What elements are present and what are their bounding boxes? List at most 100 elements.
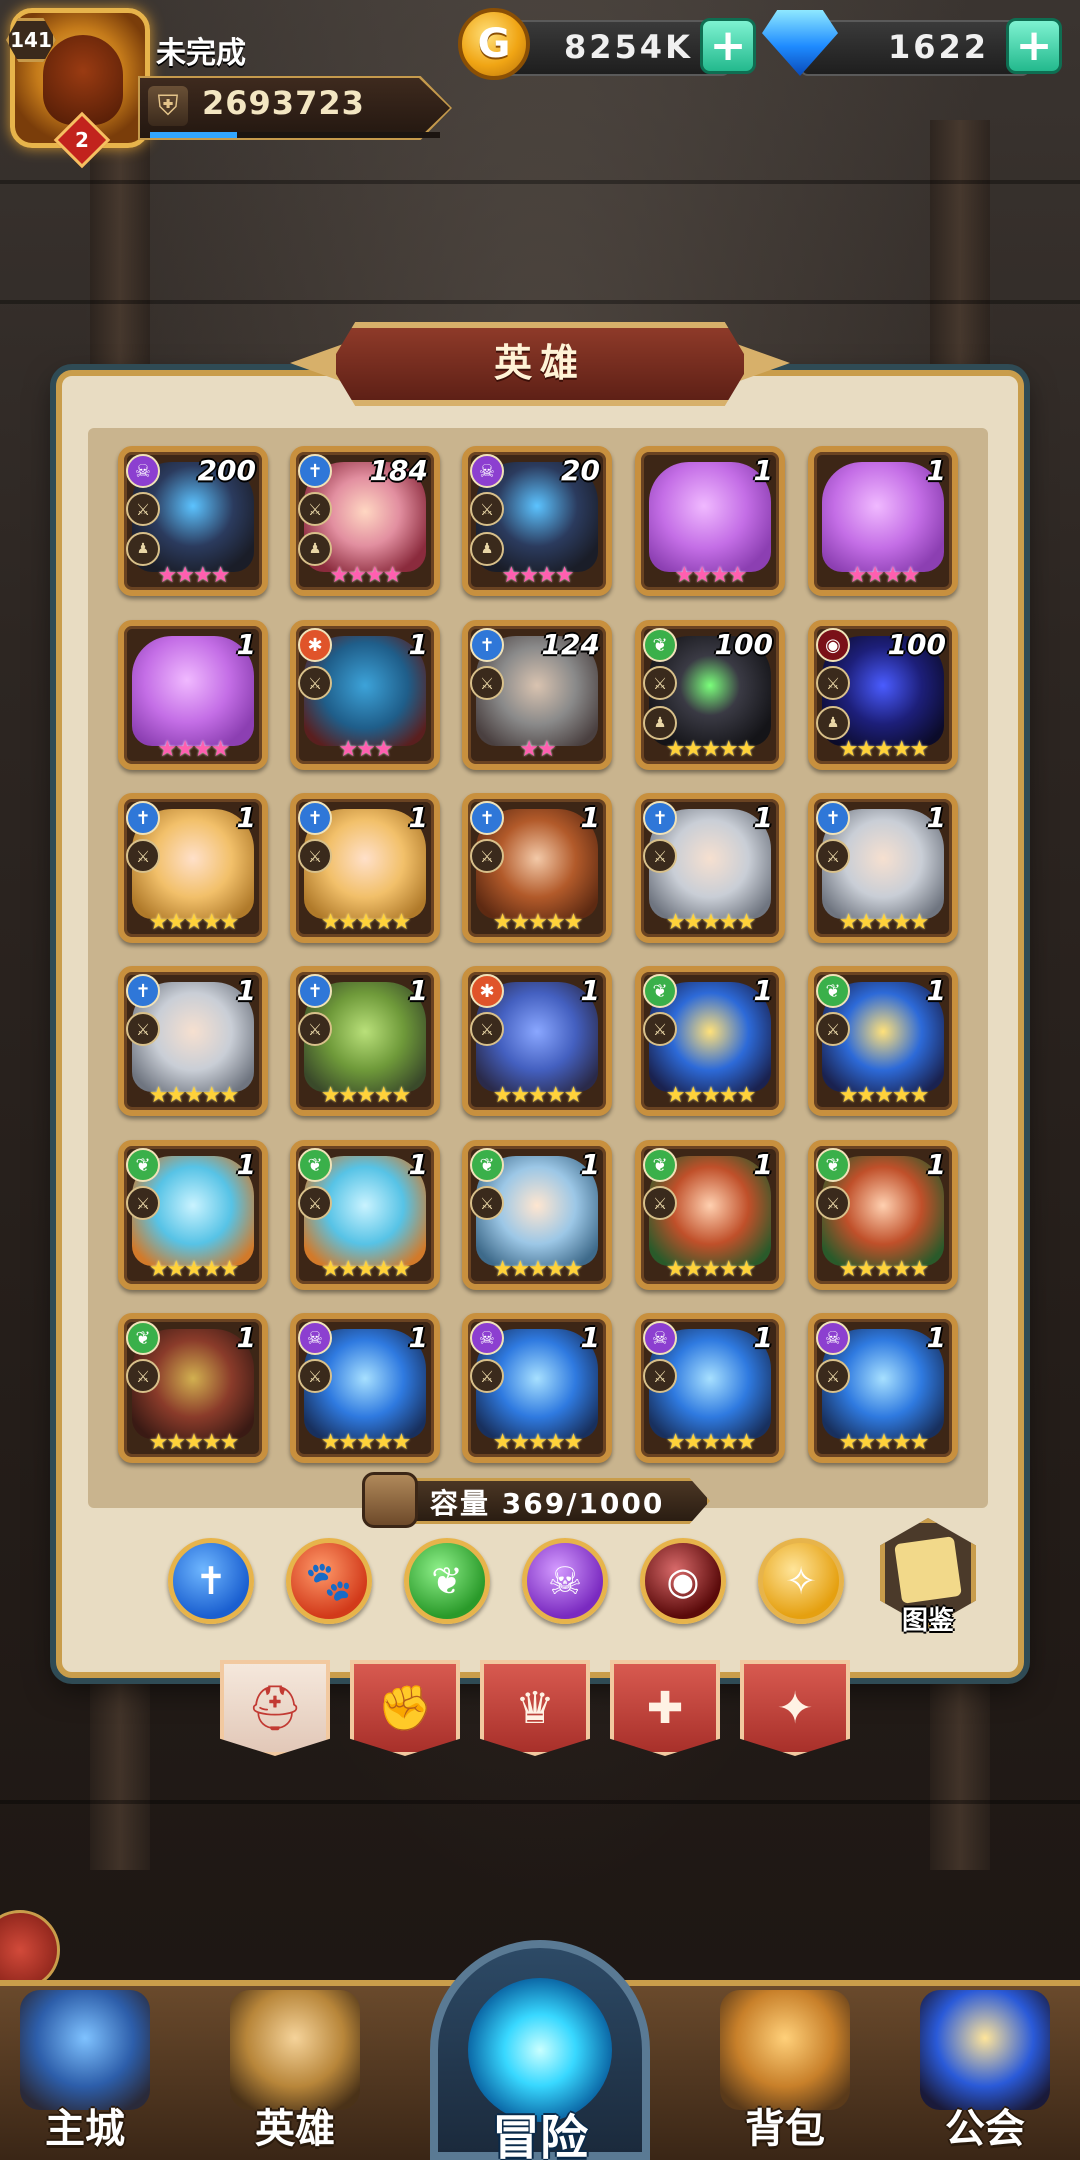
hero-card[interactable]: ☠ ⚔ ♟ 200 ★★★★ xyxy=(118,446,268,596)
class-icon: ⚔ xyxy=(126,839,160,873)
nav-guild-label: 公会 xyxy=(945,2106,1025,2152)
star-rating: ★★★★★ xyxy=(148,1083,240,1108)
tab-fist-icon[interactable]: ✊ xyxy=(350,1660,460,1756)
class-icon: ⚔ xyxy=(126,492,160,526)
holy-faction-icon: ✝ xyxy=(470,801,504,835)
nature-faction-icon: ❦ xyxy=(298,1148,332,1182)
treasure-chest-icon[interactable] xyxy=(0,1910,60,1990)
hero-count: 1 xyxy=(753,974,773,1007)
hero-card[interactable]: ✝ ⚔ 1 ★★★★★ xyxy=(290,793,440,943)
nav-bag[interactable]: 背包 xyxy=(700,1990,870,2160)
star-rating: ★★★★ xyxy=(847,563,921,588)
holy-faction-icon: ✝ xyxy=(126,974,160,1008)
hero-count: 124 xyxy=(541,628,600,661)
hero-card[interactable]: ☠ ⚔ 1 ★★★★★ xyxy=(462,1313,612,1463)
holy-faction-icon: ✝ xyxy=(298,454,332,488)
nature-faction-icon: ❦ xyxy=(643,974,677,1008)
hero-card[interactable]: ✝ ⚔ 1 ★★★★★ xyxy=(290,966,440,1116)
hero-card[interactable]: ❦ ⚔ 1 ★★★★★ xyxy=(635,966,785,1116)
hero-card[interactable]: ◉ ⚔ ♟ 100 ★★★★★ xyxy=(808,620,958,770)
backpack-icon xyxy=(362,1472,418,1528)
hero-card[interactable]: 1 ★★★★ xyxy=(118,620,268,770)
hero-card[interactable]: ❦ ⚔ 1 ★★★★★ xyxy=(808,1140,958,1290)
codex-label: 图鉴 xyxy=(901,1606,954,1636)
class-icon: ⚔ xyxy=(126,1359,160,1393)
tab-helmet-icon[interactable]: ⛑ xyxy=(220,1660,330,1756)
filter-nature-button[interactable]: ❦ xyxy=(404,1538,490,1624)
nature-faction-icon: ❦ xyxy=(126,1321,160,1355)
power-shield-icon: ⛨ xyxy=(148,86,188,126)
tab-puzzle-icon[interactable]: ✚ xyxy=(610,1660,720,1756)
tab-wings-icon[interactable]: ✦ xyxy=(740,1660,850,1756)
guild-shield-icon xyxy=(920,1990,1050,2110)
team-icon: ♟ xyxy=(643,706,677,740)
class-icon: ⚔ xyxy=(470,1359,504,1393)
class-icon: ⚔ xyxy=(643,839,677,873)
nav-guild[interactable]: 公会 xyxy=(900,1990,1070,2160)
hero-card[interactable]: ✱ ⚔ 1 ★★★ xyxy=(290,620,440,770)
star-rating: ★★★★ xyxy=(329,563,403,588)
hero-card[interactable]: ✝ ⚔ 1 ★★★★★ xyxy=(118,793,268,943)
class-icon: ⚔ xyxy=(816,1359,850,1393)
hero-count: 1 xyxy=(926,974,946,1007)
star-rating: ★★★★★ xyxy=(665,1083,757,1108)
filter-light-button[interactable]: ✧ xyxy=(758,1538,844,1624)
class-icon: ⚔ xyxy=(643,1359,677,1393)
hero-card[interactable]: ☠ ⚔ 1 ★★★★★ xyxy=(635,1313,785,1463)
hero-card[interactable]: 1 ★★★★ xyxy=(808,446,958,596)
class-icon: ⚔ xyxy=(816,666,850,700)
class-icon: ⚔ xyxy=(126,1012,160,1046)
capacity-text: 容量 369/1000 xyxy=(430,1482,664,1522)
hero-card[interactable]: ❦ ⚔ ♟ 100 ★★★★★ xyxy=(635,620,785,770)
star-rating: ★★★★★ xyxy=(148,910,240,935)
hero-count: 1 xyxy=(753,1321,773,1354)
holy-faction-icon: ✝ xyxy=(298,801,332,835)
hero-count: 1 xyxy=(753,1148,773,1181)
class-icon: ⚔ xyxy=(298,666,332,700)
hero-card[interactable]: ❦ ⚔ 1 ★★★★★ xyxy=(808,966,958,1116)
hero-count: 20 xyxy=(561,454,600,487)
hero-card[interactable]: ✝ ⚔ 124 ★★ xyxy=(462,620,612,770)
filter-beast-button[interactable]: 🐾 xyxy=(286,1538,372,1624)
xp-bar-fill xyxy=(150,132,237,138)
hero-card[interactable]: ☠ ⚔ ♟ 20 ★★★★ xyxy=(462,446,612,596)
class-icon: ⚔ xyxy=(643,1012,677,1046)
hero-card[interactable]: ✝ ⚔ ♟ 184 ★★★★ xyxy=(290,446,440,596)
add-gold-button[interactable]: + xyxy=(700,18,756,74)
star-rating: ★★★★★ xyxy=(320,1083,412,1108)
filter-holy-button[interactable]: ✝ xyxy=(168,1538,254,1624)
hero-card[interactable]: ☠ ⚔ 1 ★★★★★ xyxy=(808,1313,958,1463)
hero-card[interactable]: ✱ ⚔ 1 ★★★★★ xyxy=(462,966,612,1116)
star-rating: ★★★★★ xyxy=(838,1083,930,1108)
star-rating: ★★★ xyxy=(338,737,393,762)
hero-count: 1 xyxy=(408,1321,428,1354)
hero-count: 1 xyxy=(408,628,428,661)
beast-faction-icon: ✱ xyxy=(470,974,504,1008)
nav-hero[interactable]: 英雄 xyxy=(210,1990,380,2160)
class-icon: ⚔ xyxy=(816,1012,850,1046)
hero-card[interactable]: ❦ ⚔ 1 ★★★★★ xyxy=(462,1140,612,1290)
nav-city[interactable]: 主城 xyxy=(0,1990,170,2160)
star-rating: ★★★★★ xyxy=(492,1257,584,1282)
tab-crown-icon[interactable]: ♛ xyxy=(480,1660,590,1756)
holy-faction-icon: ✝ xyxy=(816,801,850,835)
hero-card[interactable]: ❦ ⚔ 1 ★★★★★ xyxy=(118,1140,268,1290)
hero-card[interactable]: ✝ ⚔ 1 ★★★★★ xyxy=(635,793,785,943)
hero-card[interactable]: ☠ ⚔ 1 ★★★★★ xyxy=(290,1313,440,1463)
hero-card[interactable]: ✝ ⚔ 1 ★★★★★ xyxy=(118,966,268,1116)
hero-card[interactable]: 1 ★★★★ xyxy=(635,446,785,596)
hero-card[interactable]: ✝ ⚔ 1 ★★★★★ xyxy=(808,793,958,943)
hero-card[interactable]: ❦ ⚔ 1 ★★★★★ xyxy=(290,1140,440,1290)
nav-city-label: 主城 xyxy=(45,2106,125,2152)
hero-screen: 141 2 未完成 ⛨ 2693723 8254K G + 1622 + 英雄 … xyxy=(0,0,1080,2160)
filter-shadow-button[interactable]: ☠ xyxy=(522,1538,608,1624)
class-icon: ⚔ xyxy=(298,839,332,873)
add-gems-button[interactable]: + xyxy=(1006,18,1062,74)
hero-card[interactable]: ✝ ⚔ 1 ★★★★★ xyxy=(462,793,612,943)
hero-count: 1 xyxy=(580,974,600,1007)
filter-abyss-button[interactable]: ◉ xyxy=(640,1538,726,1624)
xp-bar xyxy=(150,132,440,138)
star-rating: ★★★★★ xyxy=(320,1430,412,1455)
hero-card[interactable]: ❦ ⚔ 1 ★★★★★ xyxy=(635,1140,785,1290)
hero-card[interactable]: ❦ ⚔ 1 ★★★★★ xyxy=(118,1313,268,1463)
